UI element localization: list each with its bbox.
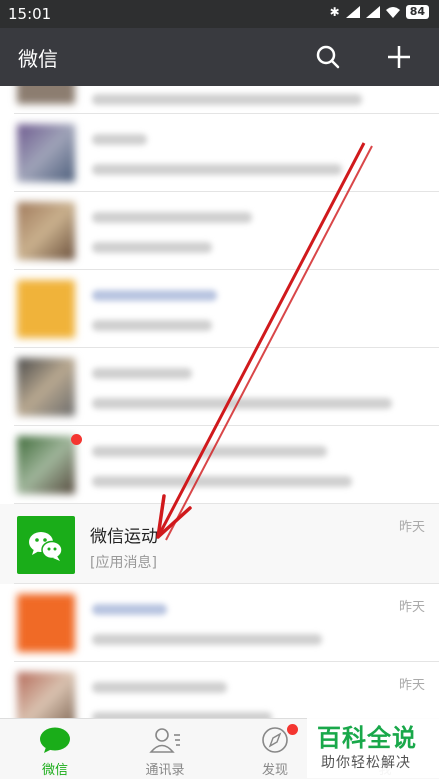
blurred-text <box>92 368 192 379</box>
chat-list[interactable]: 微信运动 [应用消息] 昨天 昨天 昨天 <box>0 86 439 718</box>
blurred-text <box>92 94 362 105</box>
status-bar: 15:01 ✱ 84 <box>0 0 439 28</box>
chat-time: 昨天 <box>398 600 425 615</box>
tab-chats[interactable]: 微信 <box>0 719 110 779</box>
blurred-text <box>92 682 227 693</box>
bluetooth-icon: ✱ <box>329 5 340 19</box>
blurred-text <box>92 242 212 253</box>
tab-label: 通讯录 <box>145 763 185 778</box>
chat-row[interactable] <box>0 426 439 504</box>
chat-row[interactable] <box>0 86 439 114</box>
avatar <box>17 516 75 574</box>
avatar <box>17 124 75 182</box>
blurred-text <box>92 164 342 175</box>
wifi-icon <box>385 7 400 18</box>
avatar <box>17 436 75 494</box>
chat-bubble-icon <box>40 727 70 753</box>
battery-indicator: 84 <box>405 5 429 19</box>
unread-badge <box>71 434 82 445</box>
blurred-text <box>92 290 217 301</box>
app-header: 微信 <box>0 28 439 86</box>
status-time: 15:01 <box>8 5 52 23</box>
chat-row[interactable] <box>0 114 439 192</box>
chat-time: 昨天 <box>398 678 425 693</box>
status-icons: ✱ 84 <box>330 5 429 19</box>
blurred-text <box>92 446 327 457</box>
chat-row[interactable]: 昨天 <box>0 662 439 718</box>
blurred-text <box>92 134 147 145</box>
chat-preview: [应用消息] <box>90 555 157 571</box>
watermark-subtitle: 助你轻松解决 <box>321 755 411 771</box>
chat-row[interactable] <box>0 192 439 270</box>
chat-row[interactable] <box>0 270 439 348</box>
chat-row[interactable]: 昨天 <box>0 584 439 662</box>
contacts-icon <box>149 728 180 753</box>
avatar <box>17 672 75 718</box>
watermark-logo: 百科全说 助你轻松解决 <box>307 716 439 778</box>
notification-dot <box>287 724 298 735</box>
blurred-text <box>92 320 212 331</box>
chat-name: 微信运动 <box>90 527 158 547</box>
avatar <box>17 86 75 104</box>
chat-row[interactable] <box>0 348 439 426</box>
watermark-title: 百科全说 <box>317 724 417 752</box>
wechat-logo-icon <box>29 532 63 561</box>
avatar <box>17 280 75 338</box>
page-title: 微信 <box>18 47 58 71</box>
blurred-text <box>92 604 167 615</box>
blurred-text <box>92 476 352 487</box>
blurred-text <box>92 398 392 409</box>
signal-icon-2 <box>365 6 380 18</box>
signal-icon <box>345 6 360 18</box>
blurred-text <box>92 212 252 223</box>
add-icon[interactable] <box>383 41 415 73</box>
chat-time: 昨天 <box>398 520 425 535</box>
avatar <box>17 358 75 416</box>
avatar <box>17 202 75 260</box>
tab-contacts[interactable]: 通讯录 <box>110 719 220 779</box>
chat-row-wechat-sport[interactable]: 微信运动 [应用消息] 昨天 <box>0 504 439 584</box>
search-icon[interactable] <box>312 41 344 73</box>
avatar <box>17 594 75 652</box>
blurred-text <box>92 634 322 645</box>
tab-label: 微信 <box>41 763 68 778</box>
